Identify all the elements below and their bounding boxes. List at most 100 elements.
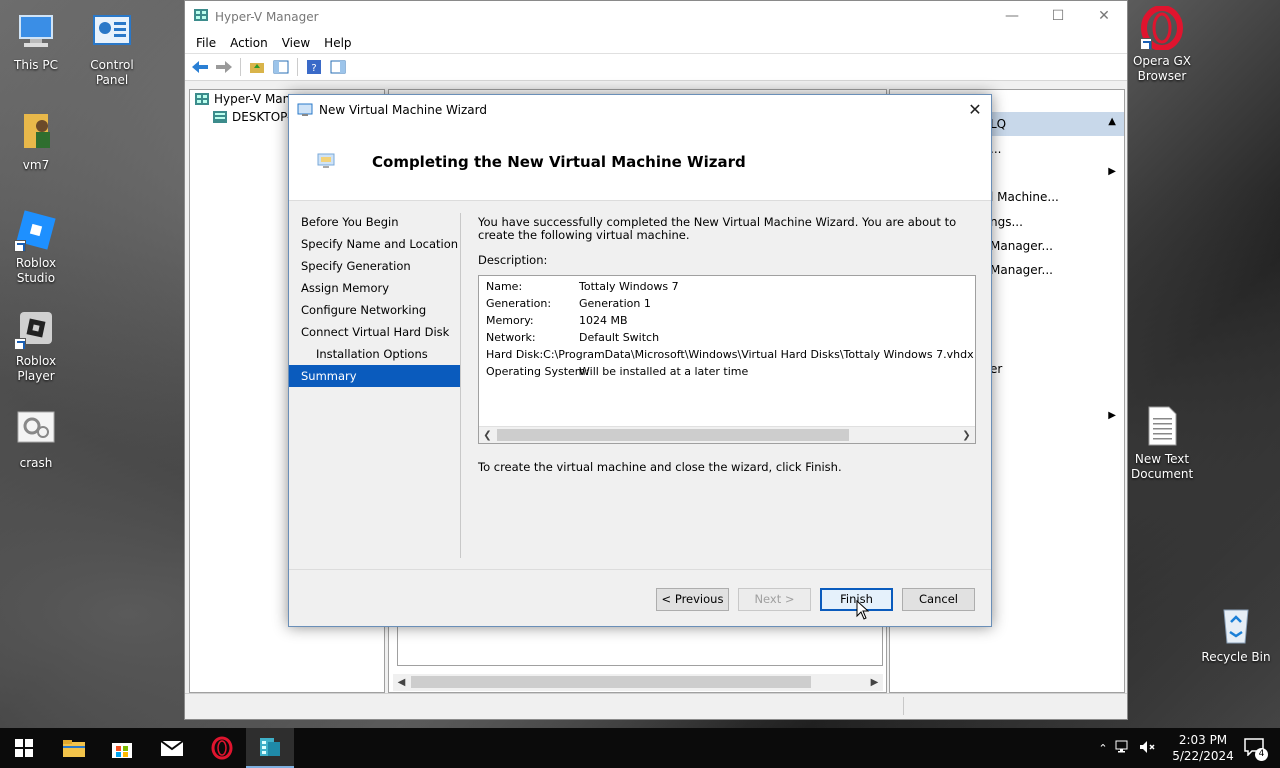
- settings-file-icon: [14, 408, 58, 452]
- nav-specify-name-location[interactable]: Specify Name and Location: [289, 233, 461, 255]
- taskbar-hyper-v-manager[interactable]: [246, 728, 294, 768]
- nav-connect-virtual-hard-disk[interactable]: Connect Virtual Hard Disk: [289, 321, 461, 343]
- description-key: Name:: [486, 280, 523, 293]
- scroll-right-icon[interactable]: ▶: [866, 674, 883, 691]
- scroll-left-icon[interactable]: ◀: [393, 674, 410, 691]
- up-folder-button[interactable]: [246, 57, 268, 77]
- forward-arrow-icon: [216, 61, 232, 73]
- new-vm-wizard-dialog: New Virtual Machine Wizard ✕ Completing …: [288, 94, 992, 627]
- svg-text:?: ?: [311, 63, 316, 74]
- desktop-icon-new-text-document[interactable]: New Text Document: [1124, 404, 1200, 482]
- action-item[interactable]: ngs...: [990, 215, 1023, 229]
- notification-count-badge: 4: [1255, 747, 1268, 761]
- toolbar: ?: [185, 54, 1127, 81]
- submenu-arrow-icon[interactable]: ▶: [1108, 166, 1116, 177]
- desktop-icon-label: Control Panel: [90, 58, 134, 87]
- desktop-icon-this-pc[interactable]: This PC: [0, 10, 74, 73]
- collapse-icon[interactable]: ▲: [1108, 116, 1116, 127]
- scroll-left-icon[interactable]: ❮: [479, 427, 496, 443]
- show-hide-action-pane-button[interactable]: [327, 57, 349, 77]
- opera-gx-icon: [211, 736, 233, 760]
- desktop-icon-vm7[interactable]: vm7: [0, 110, 74, 173]
- description-row: Network: Default Switch: [479, 329, 975, 346]
- scroll-right-icon[interactable]: ❯: [958, 427, 975, 443]
- center-horizontal-scrollbar[interactable]: ◀ ▶: [393, 674, 883, 691]
- nav-summary[interactable]: Summary: [289, 365, 461, 387]
- show-hidden-icons-chevron-icon[interactable]: ⌃: [1094, 742, 1112, 755]
- wizard-close-button[interactable]: ✕: [959, 95, 991, 125]
- maximize-button[interactable]: ☐: [1035, 1, 1081, 32]
- volume-muted-icon[interactable]: [1136, 740, 1160, 757]
- minimize-button[interactable]: —: [989, 1, 1035, 32]
- action-item[interactable]: l Machine...: [990, 190, 1059, 204]
- description-value: Tottaly Windows 7: [579, 280, 679, 293]
- description-horizontal-scrollbar[interactable]: ❮ ❯: [479, 426, 975, 443]
- desktop-icon-label: vm7: [22, 158, 50, 172]
- taskbar-opera-gx[interactable]: [198, 728, 246, 768]
- show-hide-tree-button[interactable]: [270, 57, 292, 77]
- clock[interactable]: 2:03 PM 5/22/2024: [1168, 732, 1238, 764]
- menu-view[interactable]: View: [275, 36, 317, 50]
- taskbar-file-explorer[interactable]: [50, 728, 98, 768]
- desktop-icon-recycle-bin[interactable]: Recycle Bin: [1198, 602, 1274, 665]
- opera-gx-icon: [1140, 5, 1184, 51]
- virtual-machine-icon: [317, 153, 335, 168]
- status-divider: [903, 697, 904, 715]
- shortcut-arrow-icon: [14, 240, 26, 252]
- wizard-header: Completing the New Virtual Machine Wizar…: [289, 125, 991, 201]
- back-button[interactable]: [189, 57, 211, 77]
- desktop-icon-control-panel[interactable]: Control Panel: [74, 10, 150, 88]
- server-icon: [213, 111, 227, 123]
- description-value: Default Switch: [579, 331, 660, 344]
- desktop-icon-label: Opera GX Browser: [1132, 54, 1192, 83]
- nav-installation-options[interactable]: Installation Options: [289, 343, 461, 365]
- scroll-thumb[interactable]: [497, 429, 849, 441]
- submenu-arrow-icon[interactable]: ▶: [1108, 410, 1116, 421]
- wizard-title: New Virtual Machine Wizard: [319, 103, 487, 117]
- description-row: Memory: 1024 MB: [479, 312, 975, 329]
- tree-root-label: Hyper-V Mana: [214, 92, 298, 106]
- description-row: Hard Disk: C:\ProgramData\Microsoft\Windo…: [479, 346, 975, 363]
- desktop-icon-roblox-studio[interactable]: Roblox Studio: [0, 208, 74, 286]
- folder-up-icon: [250, 63, 264, 73]
- forward-button[interactable]: [213, 57, 235, 77]
- cancel-button[interactable]: Cancel: [902, 588, 975, 611]
- taskbar: ⌃ 2:03 PM 5/22/2024 4: [0, 728, 1280, 768]
- wizard-heading: Completing the New Virtual Machine Wizar…: [372, 153, 746, 171]
- description-value: Will be installed at a later time: [579, 365, 749, 378]
- toolbar-separator: [240, 58, 241, 76]
- console-tree-icon: [273, 60, 289, 74]
- desktop-icon-opera-gx[interactable]: Opera GX Browser: [1124, 5, 1200, 84]
- taskbar-microsoft-store[interactable]: [98, 728, 146, 768]
- menu-file[interactable]: File: [189, 36, 223, 50]
- text-document-icon: [1140, 404, 1184, 448]
- wizard-title-bar: New Virtual Machine Wizard: [289, 95, 991, 125]
- menu-help[interactable]: Help: [317, 36, 358, 50]
- shortcut-arrow-icon: [1140, 38, 1152, 50]
- menu-action[interactable]: Action: [223, 36, 275, 50]
- help-icon: ?: [307, 60, 321, 74]
- start-button[interactable]: [0, 728, 48, 768]
- user-folder-icon: [14, 110, 58, 154]
- previous-button[interactable]: < Previous: [656, 588, 729, 611]
- taskbar-mail[interactable]: [148, 728, 196, 768]
- help-button[interactable]: ?: [303, 57, 325, 77]
- action-item[interactable]: Manager...: [990, 239, 1053, 253]
- action-item[interactable]: Manager...: [990, 263, 1053, 277]
- nav-assign-memory[interactable]: Assign Memory: [289, 277, 461, 299]
- description-row: Name: Tottaly Windows 7: [479, 278, 975, 295]
- action-center-button[interactable]: 4: [1234, 728, 1274, 768]
- desktop-icon-roblox-player[interactable]: Roblox Player: [0, 306, 74, 384]
- toolbar-separator: [297, 58, 298, 76]
- close-window-button[interactable]: ✕: [1081, 1, 1127, 32]
- description-box: Name: Tottaly Windows 7 Generation: Genera…: [478, 275, 976, 444]
- nav-before-you-begin[interactable]: Before You Begin: [289, 211, 461, 233]
- windows-logo-icon: [15, 739, 33, 757]
- network-icon[interactable]: [1112, 740, 1136, 757]
- nav-specify-generation[interactable]: Specify Generation: [289, 255, 461, 277]
- scroll-thumb[interactable]: [411, 676, 811, 688]
- desktop-icon-crash[interactable]: crash: [0, 408, 74, 471]
- finish-instruction: To create the virtual machine and close …: [478, 460, 842, 474]
- nav-configure-networking[interactable]: Configure Networking: [289, 299, 461, 321]
- next-button[interactable]: Next >: [738, 588, 811, 611]
